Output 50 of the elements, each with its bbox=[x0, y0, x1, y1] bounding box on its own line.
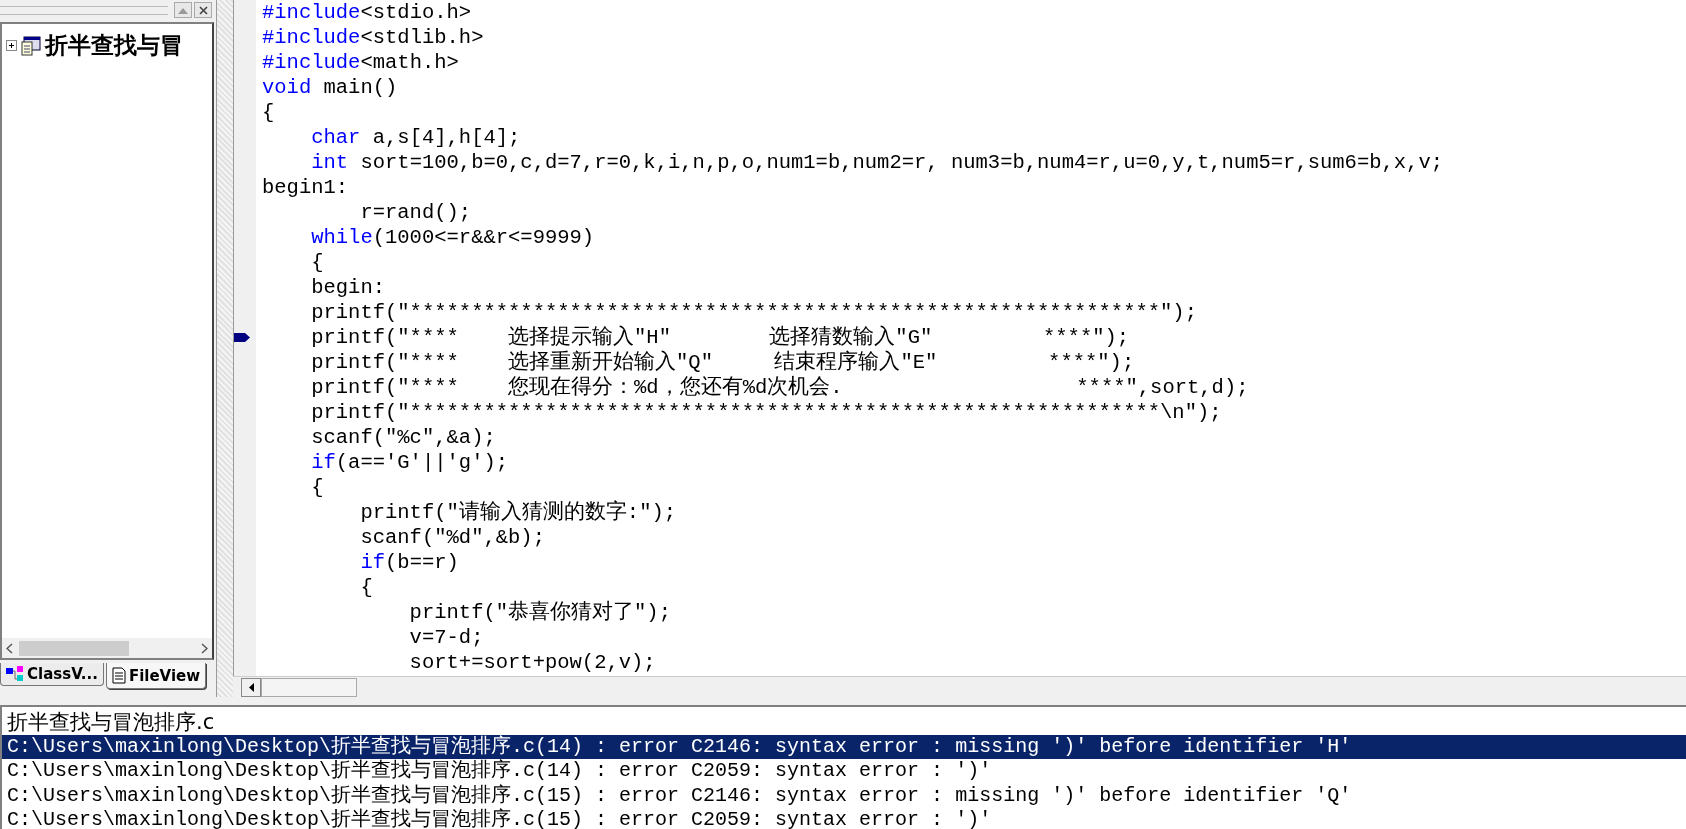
chevron-left-icon bbox=[6, 642, 13, 654]
output-file-name[interactable]: 折半查找与冒泡排序.c bbox=[2, 710, 1686, 735]
code-line: if(a=='G'||'g'); bbox=[310, 450, 510, 475]
code-line: scanf("%d",&b); bbox=[359, 525, 546, 550]
code-line: printf("*************************************************************\n"); bbox=[310, 400, 1223, 425]
error-message[interactable]: C:\Users\maxinlong\Desktop\折半查找与冒泡排序.c(14) : error C2059: syntax error : ')' bbox=[2, 759, 1686, 784]
code-line: r=rand(); bbox=[359, 200, 473, 225]
code-line: v=7-d; bbox=[408, 625, 485, 650]
code-line: begin: bbox=[310, 275, 387, 300]
code-line: #include<math.h> bbox=[262, 50, 460, 75]
tree-item[interactable]: 折半查找与冒 bbox=[45, 30, 183, 61]
code-line: printf("*************************************************************"); bbox=[310, 300, 1198, 325]
horizontal-scrollbar[interactable] bbox=[2, 638, 212, 658]
code-line: printf("**** 选择提示输入"H" 选择猜数输入"G" ****"); bbox=[310, 325, 1131, 350]
close-button[interactable] bbox=[194, 2, 212, 18]
code-line: { bbox=[359, 575, 374, 600]
code-line: void main() bbox=[262, 75, 399, 100]
triangle-left-icon bbox=[248, 682, 254, 692]
code-line: sort+=sort+pow(2,v); bbox=[408, 650, 657, 675]
code-line: #include<stdio.h> bbox=[262, 0, 473, 25]
code-line: begin1: bbox=[262, 175, 350, 200]
triangle-up-icon bbox=[178, 6, 188, 14]
code-line: while(1000<=r&&r<=9999) bbox=[310, 225, 596, 250]
code-line: printf("请输入猜测的数字:"); bbox=[359, 500, 678, 525]
code-line: printf("**** 选择重新开始输入"Q" 结束程序输入"E" ****"); bbox=[310, 350, 1136, 375]
gripper[interactable] bbox=[0, 5, 168, 15]
error-message[interactable]: C:\Users\maxinlong\Desktop\折半查找与冒泡排序.c(15) : error C2059: syntax error : ')' bbox=[2, 808, 1686, 829]
code-line: printf("**** 您现在得分：%d，您还有%d次机会. ****",sort,d); bbox=[310, 375, 1250, 400]
error-message[interactable]: C:\Users\maxinlong\Desktop\折半查找与冒泡排序.c(15) : error C2146: syntax error : missing ')' before identifier 'Q' bbox=[2, 783, 1686, 808]
workspace-tab[interactable]: ClassV... bbox=[0, 663, 104, 686]
code-line: { bbox=[310, 475, 325, 500]
workspace-tab[interactable]: FileView bbox=[105, 663, 207, 689]
close-icon bbox=[198, 5, 208, 15]
scrollbar-thumb[interactable] bbox=[261, 677, 357, 697]
error-message[interactable]: C:\Users\maxinlong\Desktop\折半查找与冒泡排序.c(14) : error C2146: syntax error : missing ')' before identifier 'H' bbox=[2, 734, 1686, 759]
expand-icon[interactable] bbox=[6, 40, 17, 51]
code-line: #include<stdlib.h> bbox=[262, 25, 485, 50]
classes-icon bbox=[6, 666, 24, 682]
document-icon bbox=[111, 667, 126, 684]
chevron-right-icon bbox=[201, 642, 208, 654]
code-line: scanf("%c",&a); bbox=[310, 425, 497, 450]
workspace-icon bbox=[21, 35, 41, 56]
scroll-left-button[interactable] bbox=[241, 677, 261, 697]
code-line: int sort=100,b=0,c,d=7,r=0,k,i,n,p,o,num1=b,num2=r, num3=b,num4=r,u=0,y,t,num5=r,sum6=b,x,v; bbox=[310, 150, 1444, 175]
code-line: if(b==r) bbox=[359, 550, 460, 575]
code-editor[interactable] bbox=[256, 0, 1686, 676]
code-line: { bbox=[310, 250, 325, 275]
code-line: char a,s[4],h[4]; bbox=[310, 125, 522, 150]
code-line: { bbox=[262, 100, 276, 125]
code-line: printf("恭喜你猜对了"); bbox=[408, 600, 672, 625]
